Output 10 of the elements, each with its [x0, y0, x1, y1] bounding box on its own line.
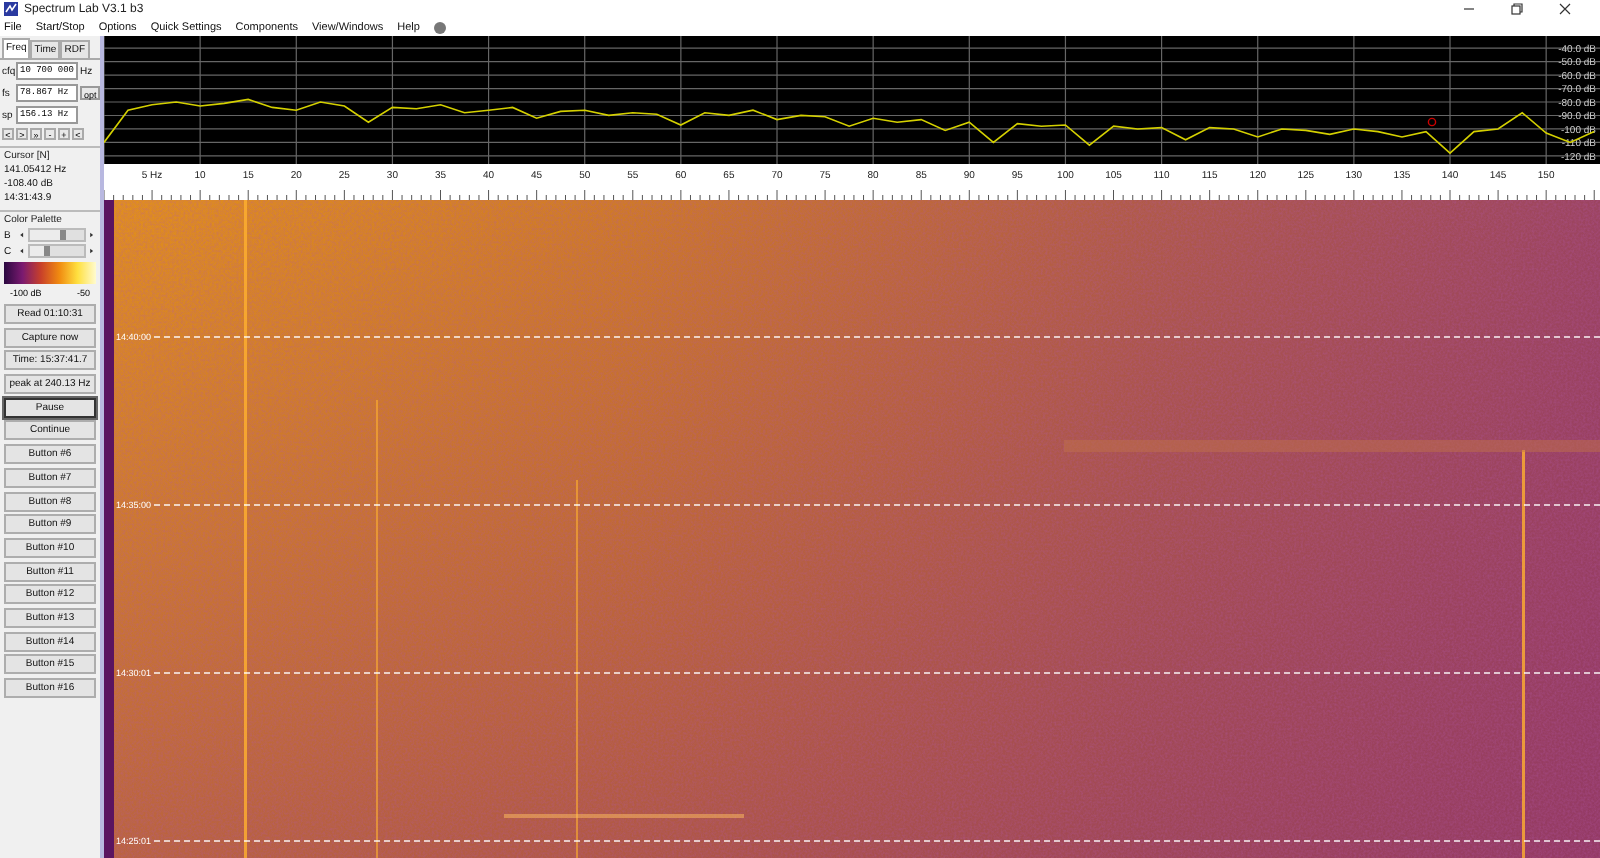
minimize-icon[interactable]	[1462, 2, 1476, 16]
color-gradient	[4, 262, 96, 284]
slider-fill[interactable]	[29, 246, 50, 256]
restore-icon[interactable]	[1510, 2, 1524, 16]
slider[interactable]	[27, 244, 87, 258]
slider-fill[interactable]	[29, 230, 67, 240]
status-dot-icon	[433, 21, 446, 33]
slider[interactable]	[27, 228, 87, 242]
cursor-marker-icon	[1427, 117, 1437, 127]
close-icon[interactable]	[1558, 2, 1572, 16]
